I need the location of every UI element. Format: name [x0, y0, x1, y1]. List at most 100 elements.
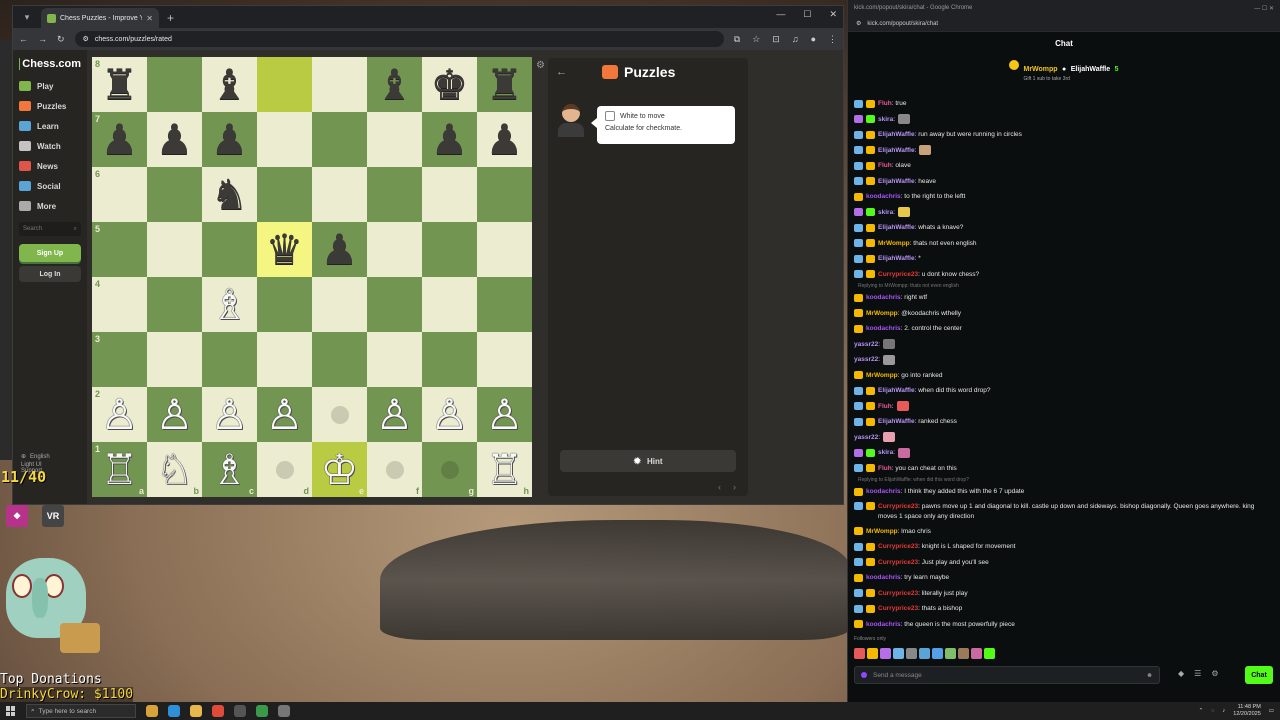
square-c6[interactable]: ♞: [202, 167, 257, 222]
square-f7[interactable]: [367, 112, 422, 167]
move-hint-dot[interactable]: [385, 460, 404, 479]
piece-b7[interactable]: ♟: [156, 118, 194, 161]
square-b4[interactable]: [147, 277, 202, 332]
emote-picker-icon[interactable]: [984, 648, 995, 659]
chat-username[interactable]: skira: [878, 449, 893, 456]
move-hint-dot[interactable]: [275, 460, 294, 479]
square-f5[interactable]: [367, 222, 422, 277]
tray-volume-icon[interactable]: ♪: [1223, 708, 1226, 714]
piece-c8[interactable]: ♝: [211, 63, 249, 106]
square-e2[interactable]: [312, 387, 367, 442]
square-d2[interactable]: ♙: [257, 387, 312, 442]
chat-message-input[interactable]: Send a message ☻: [854, 666, 1160, 684]
square-g1[interactable]: g: [422, 442, 477, 497]
chat-username[interactable]: Curryprice23: [878, 271, 918, 278]
chat-username[interactable]: ElijahWaffle: [878, 147, 915, 154]
bookmark-star-icon[interactable]: ☆: [752, 34, 760, 45]
tray-network-icon[interactable]: ◌: [1211, 708, 1214, 714]
square-b7[interactable]: ♟: [147, 112, 202, 167]
forward-icon[interactable]: →: [38, 34, 47, 44]
chat-username[interactable]: ElijahWaffle: [878, 255, 915, 262]
chat-username[interactable]: ElijahWaffle: [878, 224, 915, 231]
next-move-icon[interactable]: ›: [733, 482, 736, 492]
chess-board[interactable]: 8 ♜ ♝ ♝ ♚ ♜ 7 ♟ ♟ ♟ ♟ ♟ 6 ♞ 5 ♛ ♟ 4 ♗ 3 2 ♙ ♙ ♙ ♙ ♙ ♙ ♙ 1 a ♖ b ♘ c ♗ d e ♔ f g…: [92, 57, 532, 497]
taskbar-search[interactable]: ⌕ Type here to search: [26, 704, 136, 718]
sidebar-item-watch[interactable]: Watch: [13, 136, 87, 156]
piece-d2[interactable]: ♙: [266, 393, 304, 436]
square-e5[interactable]: ♟: [312, 222, 367, 277]
chat-username[interactable]: koodachris: [866, 574, 901, 581]
piece-c4[interactable]: ♗: [211, 283, 249, 326]
tab-search-icon[interactable]: ▾: [17, 8, 37, 26]
piece-h1[interactable]: ♖: [486, 448, 524, 491]
square-h2[interactable]: ♙: [477, 387, 532, 442]
prev-move-icon[interactable]: ‹: [718, 482, 721, 492]
taskbar-explorer-icon[interactable]: [190, 705, 202, 717]
square-c7[interactable]: ♟: [202, 112, 257, 167]
chat-username[interactable]: skira: [878, 209, 893, 216]
sidebar-search[interactable]: Search ⌕: [19, 222, 81, 236]
square-d4[interactable]: [257, 277, 312, 332]
sidebar-item-news[interactable]: News: [13, 156, 87, 176]
chat-username[interactable]: koodachris: [866, 294, 901, 301]
tab-close-icon[interactable]: ✕: [146, 14, 153, 23]
square-b8[interactable]: [147, 57, 202, 112]
media-icon[interactable]: ♫: [792, 34, 799, 45]
chat-username[interactable]: Curryprice23: [878, 605, 918, 612]
chat-username[interactable]: skira: [878, 116, 893, 123]
piece-c2[interactable]: ♙: [211, 393, 249, 436]
square-g6[interactable]: [422, 167, 477, 222]
square-f8[interactable]: ♝: [367, 57, 422, 112]
board-settings-gear-icon[interactable]: ⚙: [536, 60, 545, 71]
emote-picker-icon[interactable]: [854, 648, 865, 659]
sidebar-item-social[interactable]: Social: [13, 176, 87, 196]
chat-menu-icon[interactable]: ☰: [1194, 669, 1201, 678]
piece-h2[interactable]: ♙: [486, 393, 524, 436]
sidebar-item-more[interactable]: More: [13, 196, 87, 216]
emote-picker-icon[interactable]: [971, 648, 982, 659]
emote-picker-icon[interactable]: [906, 648, 917, 659]
emote-picker-icon[interactable]: [880, 648, 891, 659]
square-e3[interactable]: [312, 332, 367, 387]
square-e6[interactable]: [312, 167, 367, 222]
square-c3[interactable]: [202, 332, 257, 387]
square-f2[interactable]: ♙: [367, 387, 422, 442]
chat-username[interactable]: MrWompp: [878, 240, 910, 247]
square-h5[interactable]: [477, 222, 532, 277]
piece-d5[interactable]: ♛: [266, 228, 304, 271]
piece-h7[interactable]: ♟: [486, 118, 524, 161]
square-a7[interactable]: 7 ♟: [92, 112, 147, 167]
emote-picker-icon[interactable]: [867, 648, 878, 659]
notifications-icon[interactable]: ▭: [1269, 708, 1274, 714]
chat-username[interactable]: koodachris: [866, 325, 901, 332]
chat-username[interactable]: Curryprice23: [878, 590, 918, 597]
square-a8[interactable]: 8 ♜: [92, 57, 147, 112]
minimize-icon[interactable]: —: [776, 9, 785, 20]
move-hint-dot[interactable]: [440, 460, 459, 479]
piece-b1[interactable]: ♘: [156, 448, 194, 491]
square-h6[interactable]: [477, 167, 532, 222]
square-e1[interactable]: e ♔: [312, 442, 367, 497]
taskbar-edge-icon[interactable]: [168, 705, 180, 717]
square-g8[interactable]: ♚: [422, 57, 477, 112]
square-b6[interactable]: [147, 167, 202, 222]
square-c2[interactable]: ♙: [202, 387, 257, 442]
square-b3[interactable]: [147, 332, 202, 387]
chat-username[interactable]: MrWompp: [866, 310, 898, 317]
taskbar-app-icon[interactable]: [146, 705, 158, 717]
chat-username[interactable]: Curryprice23: [878, 559, 918, 566]
piece-g8[interactable]: ♚: [431, 63, 469, 106]
emote-picker-icon[interactable]: [958, 648, 969, 659]
chat-send-button[interactable]: Chat: [1245, 666, 1273, 684]
square-f3[interactable]: [367, 332, 422, 387]
square-f1[interactable]: f: [367, 442, 422, 497]
chat-username[interactable]: ElijahWaffle: [878, 418, 915, 425]
square-c4[interactable]: ♗: [202, 277, 257, 332]
chat-username[interactable]: MrWompp: [866, 528, 898, 535]
square-h1[interactable]: h ♖: [477, 442, 532, 497]
chesscom-logo[interactable]: Chess.com: [13, 50, 87, 76]
square-a6[interactable]: 6: [92, 167, 147, 222]
square-c1[interactable]: c ♗: [202, 442, 257, 497]
kick-window-controls[interactable]: — ☐ ✕: [1254, 5, 1274, 12]
emote-picker-icon[interactable]: [945, 648, 956, 659]
